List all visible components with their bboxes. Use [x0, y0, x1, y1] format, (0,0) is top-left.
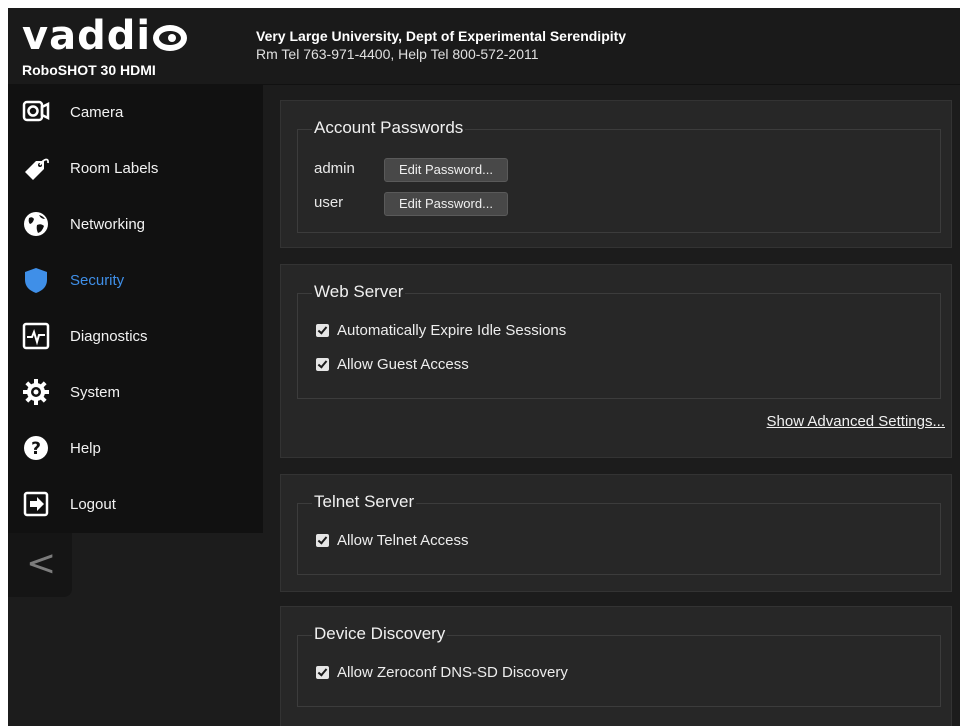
- app-window: vaddi RoboSHOT 30 HDMI Very Large Univer…: [8, 8, 960, 726]
- section-title: Account Passwords: [312, 118, 466, 138]
- shield-icon: [25, 268, 47, 293]
- organization-name: Very Large University, Dept of Experimen…: [256, 28, 627, 44]
- section-title: Web Server: [312, 282, 406, 302]
- sidebar-nav: Camera Room Labels Networking Security D…: [8, 84, 263, 533]
- sidebar-item-security[interactable]: Security: [8, 252, 263, 308]
- allow-telnet-access-checkbox[interactable]: Allow Telnet Access: [316, 532, 468, 552]
- checkbox-checked-icon[interactable]: [316, 358, 329, 371]
- device-discovery-panel: Device Discovery Allow Zeroconf DNS-SD D…: [280, 606, 952, 726]
- checkbox-checked-icon[interactable]: [316, 666, 329, 679]
- product-model: RoboSHOT 30 HDMI: [22, 62, 156, 78]
- sidebar-item-label: Diagnostics: [70, 328, 148, 345]
- room-info: Very Large University, Dept of Experimen…: [256, 28, 626, 62]
- sidebar-item-help[interactable]: ? Help: [8, 420, 263, 476]
- sidebar-item-label: Camera: [70, 104, 124, 121]
- sidebar-item-networking[interactable]: Networking: [8, 196, 263, 252]
- checkbox-label: Allow Zeroconf DNS-SD Discovery: [337, 664, 568, 681]
- edit-user-password-button[interactable]: Edit Password...: [384, 192, 508, 216]
- question-icon: ?: [24, 436, 48, 460]
- account-passwords-fieldset: Account Passwords admin Edit Password...…: [297, 118, 941, 233]
- admin-label: admin: [314, 160, 355, 177]
- chevron-left-icon: <: [26, 543, 57, 584]
- svg-text:?: ?: [31, 439, 41, 459]
- web-server-panel: Web Server Automatically Expire Idle Ses…: [280, 264, 952, 458]
- checkbox-label: Automatically Expire Idle Sessions: [337, 322, 567, 339]
- telnet-server-fieldset: Telnet Server Allow Telnet Access: [297, 492, 941, 575]
- section-title: Device Discovery: [312, 624, 448, 644]
- checkbox-checked-icon[interactable]: [316, 324, 329, 337]
- brand: vaddi RoboSHOT 30 HDMI: [22, 16, 242, 78]
- sidebar-item-system[interactable]: System: [8, 364, 263, 420]
- gear-icon: [23, 379, 49, 405]
- user-label: user: [314, 194, 344, 211]
- sidebar-item-logout[interactable]: Logout: [8, 476, 263, 532]
- globe-icon: [24, 212, 48, 236]
- show-advanced-settings-link[interactable]: Show Advanced Settings...: [767, 413, 945, 430]
- allow-zeroconf-discovery-checkbox[interactable]: Allow Zeroconf DNS-SD Discovery: [316, 664, 568, 684]
- checkbox-label: Allow Telnet Access: [337, 532, 469, 549]
- header: vaddi RoboSHOT 30 HDMI Very Large Univer…: [8, 8, 960, 85]
- sidebar-item-camera[interactable]: Camera: [8, 84, 263, 140]
- section-title: Telnet Server: [312, 492, 417, 512]
- sidebar-item-room-labels[interactable]: Room Labels: [8, 140, 263, 196]
- device-discovery-fieldset: Device Discovery Allow Zeroconf DNS-SD D…: [297, 624, 941, 707]
- telnet-server-panel: Telnet Server Allow Telnet Access: [280, 474, 952, 592]
- pulse-icon: [22, 322, 50, 350]
- tag-icon: [25, 158, 50, 180]
- sidebar-item-label: Logout: [70, 496, 116, 513]
- camera-icon: [22, 100, 50, 122]
- sidebar-item-label: Security: [70, 272, 125, 289]
- logout-icon: [23, 491, 49, 517]
- sidebar-item-label: Help: [70, 440, 101, 457]
- checkbox-checked-icon[interactable]: [316, 534, 329, 547]
- phone-numbers: Rm Tel 763-971-4400, Help Tel 800-572-20…: [256, 46, 539, 62]
- sidebar-item-diagnostics[interactable]: Diagnostics: [8, 308, 263, 364]
- web-server-fieldset: Web Server Automatically Expire Idle Ses…: [297, 282, 941, 399]
- collapse-sidebar-button[interactable]: <: [8, 533, 72, 597]
- sidebar-item-label: Networking: [70, 216, 146, 233]
- allow-guest-access-checkbox[interactable]: Allow Guest Access: [316, 356, 469, 376]
- sidebar-item-label: Room Labels: [70, 160, 159, 177]
- edit-admin-password-button[interactable]: Edit Password...: [384, 158, 508, 182]
- account-passwords-panel: Account Passwords admin Edit Password...…: [280, 100, 952, 248]
- checkbox-label: Allow Guest Access: [337, 356, 469, 373]
- sidebar-item-label: System: [70, 384, 121, 401]
- expire-idle-sessions-checkbox[interactable]: Automatically Expire Idle Sessions: [316, 322, 566, 342]
- vaddio-logo: vaddi: [22, 16, 242, 56]
